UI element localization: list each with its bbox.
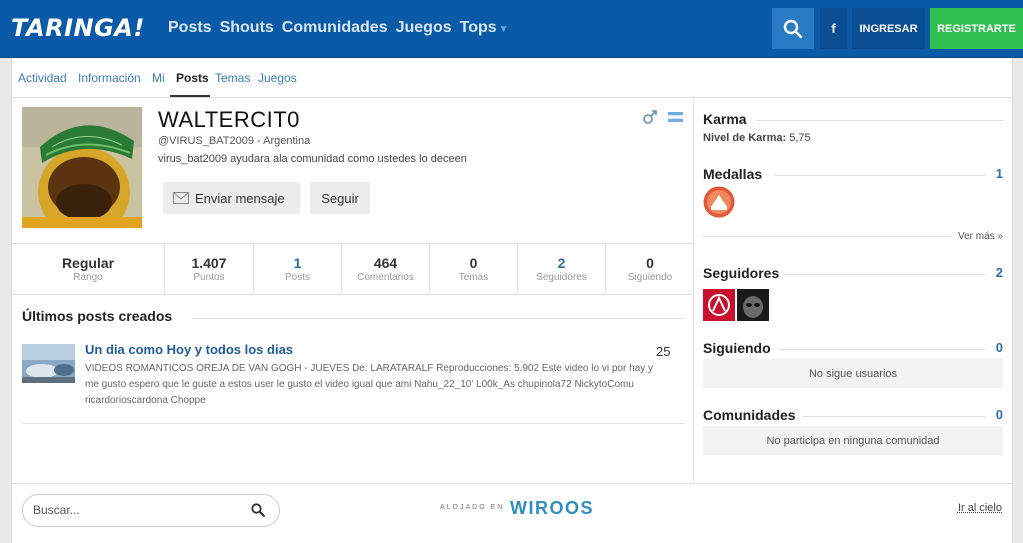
post-excerpt: VIDEOS ROMANTICOS OREJA DE VAN GOGH - JU… [85, 363, 653, 406]
avatar[interactable] [22, 107, 142, 228]
divider [22, 423, 684, 424]
stat-comentarios: 464 Comentarios [342, 244, 430, 294]
send-message-button[interactable]: Enviar mensaje [163, 182, 300, 214]
karma-level: Nivel de Karma: 5,75 [703, 132, 811, 144]
divider [775, 175, 985, 176]
user-bio: virus_bat2009 ayudara ala comunidad como… [158, 153, 467, 165]
stat-temas: 0 Temas [430, 244, 518, 294]
nav-tops[interactable]: Tops ▼ [460, 19, 509, 37]
send-message-label: Enviar mensaje [195, 190, 285, 206]
stat-value: 0 [469, 255, 478, 271]
stat-label: Posts [284, 272, 310, 283]
profile-sidebar: Karma Nivel de Karma: 5,75 Medallas 1 Ve… [703, 98, 1003, 483]
tab-juegos[interactable]: Juegos [258, 71, 297, 85]
stat-value: Regular [61, 255, 115, 271]
post-title-link[interactable]: Un dia como Hoy y todos los dias [85, 342, 293, 357]
wiroos-logo[interactable]: WIROOS [510, 498, 594, 519]
divider [703, 236, 951, 237]
follower-avatar[interactable] [737, 289, 769, 321]
communities-empty: No participa en ninguna comunidad [703, 426, 1003, 455]
tab-informacion[interactable]: Información [78, 71, 141, 85]
follow-button[interactable]: Seguir [310, 182, 370, 214]
stat-label: Comentarios [357, 272, 414, 283]
stat-seguidores[interactable]: 2 Seguidores [518, 244, 606, 294]
followers-count[interactable]: 2 [996, 265, 1003, 280]
tab-mi[interactable]: Mi [152, 71, 165, 85]
search-icon[interactable] [251, 503, 265, 517]
karma-value: 5,75 [789, 132, 811, 144]
tab-temas[interactable]: Temas [215, 71, 250, 85]
tab-actividad[interactable]: Actividad [18, 71, 67, 85]
stat-value: 1 [293, 255, 302, 271]
footer-search [22, 494, 280, 527]
login-button[interactable]: INGRESAR [852, 8, 925, 49]
see-more-link[interactable]: Ver más » [958, 231, 1003, 242]
medals-heading: Medallas [703, 166, 763, 182]
stat-label: Siguiendo [627, 272, 673, 283]
following-empty: No sigue usuarios [703, 359, 1003, 388]
divider [757, 120, 1003, 121]
post-thumbnail[interactable] [22, 344, 75, 383]
stat-rango: Regular Rango [12, 244, 165, 294]
taringa-logo[interactable]: TARINGA! [11, 14, 145, 42]
stat-puntos: 1.407 Puntos [165, 244, 254, 294]
username: WALTERCIT0 [158, 107, 300, 132]
stat-value: 1.407 [191, 255, 227, 271]
nav-juegos[interactable]: Juegos [396, 19, 452, 37]
following-heading: Siguiendo [703, 340, 771, 356]
envelope-icon [173, 192, 189, 204]
following-count[interactable]: 0 [996, 340, 1003, 355]
post-points: 25 [656, 344, 671, 359]
divider [192, 318, 684, 319]
divider [783, 274, 985, 275]
latest-posts-heading: Últimos posts creados [22, 308, 173, 324]
argentina-flag-icon [668, 112, 683, 122]
follower-avatar[interactable] [703, 289, 735, 321]
communities-count[interactable]: 0 [996, 407, 1003, 422]
hosted-label: ALOJADO EN [440, 504, 505, 511]
karma-label: Nivel de Karma: [703, 132, 787, 144]
stat-siguiendo: 0 Siguiendo [606, 244, 694, 294]
nav-tops-label: Tops [459, 19, 497, 36]
tab-posts[interactable]: Posts [176, 71, 209, 85]
nav-shouts[interactable]: Shouts [220, 19, 274, 37]
medal-icon[interactable] [703, 186, 735, 218]
profile-main: WALTERCIT0 @VIRUS_BAT2009 - Argentina vi… [12, 98, 694, 483]
stat-label: Temas [458, 272, 489, 283]
stat-label: Seguidores [536, 272, 587, 283]
main-nav: Posts Shouts Comunidades Juegos Tops ▼ [168, 19, 509, 37]
stat-posts[interactable]: 1 Posts [254, 244, 342, 294]
search-icon [783, 19, 803, 38]
stat-value: 464 [373, 255, 398, 271]
divider [803, 416, 985, 417]
stat-value: 2 [557, 255, 566, 271]
search-input[interactable] [33, 503, 233, 517]
register-button[interactable]: REGISTRARTE [930, 8, 1023, 49]
medals-count[interactable]: 1 [996, 166, 1003, 181]
search-button[interactable] [772, 8, 814, 49]
page-container: Actividad Información Mi Posts Temas Jue… [11, 58, 1013, 543]
stats-bar: Regular Rango 1.407 Puntos 1 Posts 464 C… [12, 243, 694, 295]
followers-heading: Seguidores [703, 265, 780, 281]
profile-tabs: Actividad Información Mi Posts Temas Jue… [12, 58, 1012, 98]
karma-heading: Karma [703, 111, 747, 127]
back-to-top-link[interactable]: Ir al cielo [958, 502, 1002, 514]
stat-value: 0 [646, 255, 654, 271]
chevron-down-icon: ▼ [498, 24, 509, 35]
user-handle: @VIRUS_BAT2009 - Argentina [158, 135, 311, 147]
stat-label: Puntos [193, 272, 225, 283]
active-tab-indicator [170, 95, 210, 97]
stat-label: Rango [73, 272, 103, 283]
nav-posts[interactable]: Posts [168, 19, 212, 37]
top-bar: TARINGA! Posts Shouts Comunidades Juegos… [0, 0, 1023, 58]
facebook-button[interactable]: f [820, 8, 847, 49]
communities-heading: Comunidades [703, 407, 796, 423]
footer: ALOJADO EN WIROOS Ir al cielo [12, 483, 1012, 543]
divider [779, 349, 985, 350]
male-gender-icon [643, 110, 657, 124]
nav-comunidades[interactable]: Comunidades [282, 19, 388, 37]
